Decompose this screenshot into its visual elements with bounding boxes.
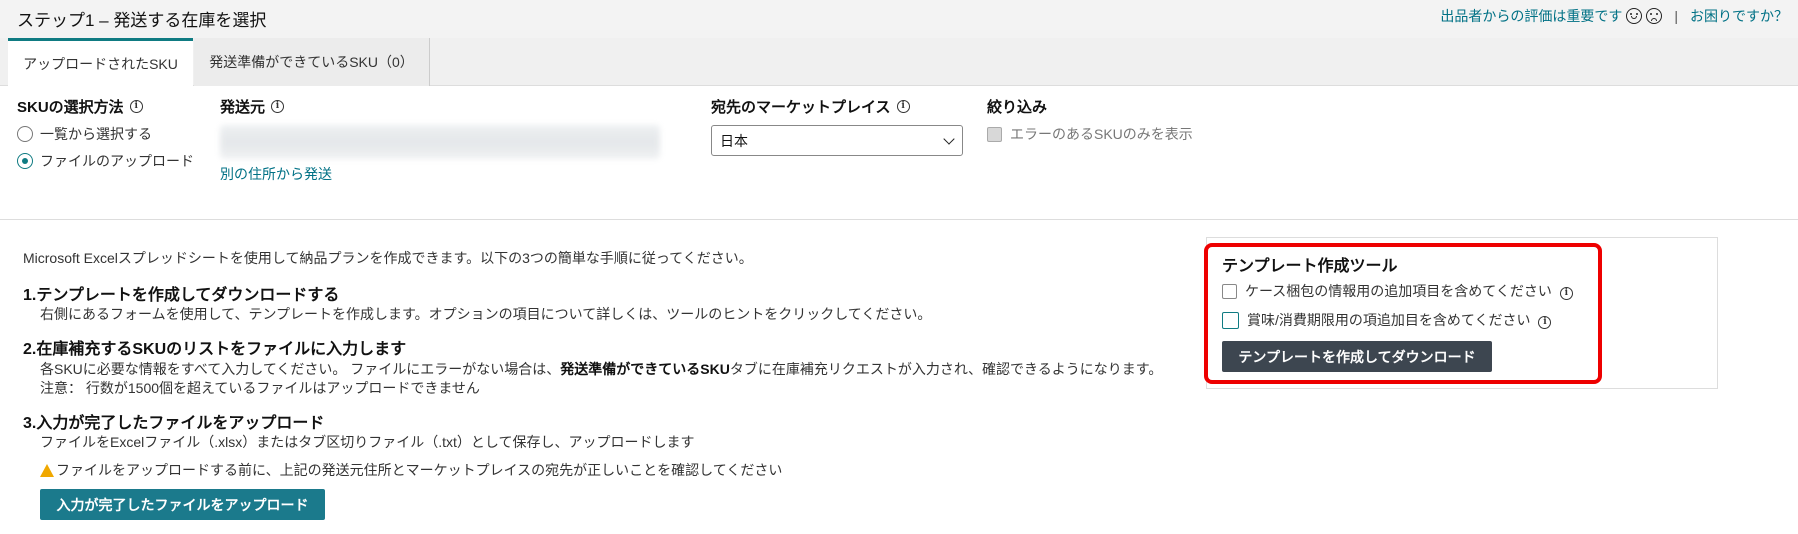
feedback-text[interactable]: 出品者からの評価は重要です	[1440, 6, 1622, 26]
info-icon[interactable]: i	[896, 100, 910, 113]
step2-text: 各SKUに必要な情報をすべて入力してください。 ファイルにエラーがない場合は、発…	[40, 359, 1162, 379]
marketplace-selected-value: 日本	[720, 132, 748, 149]
option-label: ケース梱包の情報用の追加項目を含めてください	[1245, 283, 1552, 299]
radio-button-checked[interactable]	[17, 153, 33, 169]
step3-heading: 3.入力が完了したファイルをアップロード	[23, 415, 325, 432]
step2-note: 注意： 行数が1500個を超えているファイルはアップロードできません	[40, 380, 480, 396]
step2-text-before: 各SKUに必要な情報をすべて入力してください。 ファイルにエラーがない場合は、	[40, 361, 561, 377]
radio-file-upload[interactable]: ファイルのアップロード	[17, 151, 194, 171]
sad-face-icon[interactable]	[1646, 8, 1663, 24]
marketplace-select[interactable]: 日本	[711, 125, 963, 156]
filter-errors-only[interactable]: エラーのあるSKUのみを表示	[987, 124, 1193, 144]
radio-label: 一覧から選択する	[40, 126, 152, 142]
chevron-down-icon	[943, 133, 955, 145]
tab-uploaded-sku[interactable]: アップロードされたSKU	[8, 38, 193, 86]
warning-text: ファイルをアップロードする前に、上記の発送元住所とマーケットプレイスの宛先が正し…	[56, 462, 783, 478]
create-download-template-button[interactable]: テンプレートを作成してダウンロード	[1222, 341, 1492, 372]
ship-from-heading: 発送元 i	[220, 96, 285, 117]
radio-button[interactable]	[17, 126, 33, 142]
ship-from-other-address-link[interactable]: 別の住所から発送	[220, 164, 332, 184]
filter-label: 絞り込み	[987, 99, 1048, 116]
top-bar: ステップ1 – 発送する在庫を選択 出品者からの評価は重要です | お困りですか…	[0, 0, 1798, 38]
tab-ready-sku[interactable]: 発送準備ができているSKU（0）	[194, 38, 430, 86]
radio-label: ファイルのアップロード	[40, 153, 194, 169]
page-title: ステップ1 – 発送する在庫を選択	[17, 11, 267, 30]
separator: |	[1674, 8, 1678, 24]
tab-bar: アップロードされたSKU 発送準備ができているSKU（0）	[0, 38, 1798, 86]
step2-text-after: タブに在庫補充リクエストが入力され、確認できるようになります。	[729, 361, 1163, 377]
warning-icon	[40, 463, 54, 477]
info-icon[interactable]: i	[1538, 315, 1552, 329]
sku-method-heading: SKUの選択方法 i	[17, 96, 143, 117]
step2-heading: 2.在庫補充するSKUのリストをファイルに入力します	[23, 341, 407, 358]
divider	[0, 219, 1798, 220]
top-right-links: 出品者からの評価は重要です | お困りですか？	[1440, 6, 1788, 26]
checkbox[interactable]	[1222, 283, 1237, 299]
option-case-pack[interactable]: ケース梱包の情報用の追加項目を含めてください i	[1222, 281, 1573, 301]
upload-completed-file-button[interactable]: 入力が完了したファイルをアップロード	[40, 489, 325, 520]
info-icon[interactable]: i	[1559, 286, 1573, 300]
step1-text: 右側にあるフォームを使用して、テンプレートを作成します。オプションの項目について…	[40, 306, 932, 322]
filter-checkbox-label: エラーのあるSKUのみを表示	[1010, 126, 1193, 142]
help-link[interactable]: お困りですか？	[1690, 6, 1788, 26]
marketplace-heading: 宛先のマーケットプレイス i	[711, 96, 910, 117]
radio-select-from-list[interactable]: 一覧から選択する	[17, 124, 152, 144]
info-icon[interactable]: i	[271, 100, 285, 113]
warning-row: ファイルをアップロードする前に、上記の発送元住所とマーケットプレイスの宛先が正し…	[40, 460, 782, 480]
filter-heading: 絞り込み	[987, 96, 1047, 117]
template-tool-title: テンプレート作成ツール	[1222, 258, 1398, 275]
step2-text-bold: 発送準備ができているSKU	[560, 361, 730, 377]
option-label: 賞味/消費期限用の項追加目を含めてください	[1247, 312, 1531, 328]
ship-from-address-redacted	[220, 125, 660, 159]
marketplace-label: 宛先のマーケットプレイス	[711, 99, 891, 116]
step3-text: ファイルをExcelファイル（.xlsx）またはタブ区切りファイル（.txt）と…	[40, 434, 695, 450]
checkbox[interactable]	[987, 126, 1002, 142]
step1-heading: 1.テンプレートを作成してダウンロードする	[23, 287, 340, 304]
sku-method-label: SKUの選択方法	[17, 99, 124, 116]
ship-from-label: 発送元	[220, 99, 266, 116]
option-expiration[interactable]: 賞味/消費期限用の項追加目を含めてください i	[1222, 310, 1552, 330]
info-icon[interactable]: i	[129, 100, 143, 113]
checkbox[interactable]	[1222, 311, 1239, 329]
happy-face-icon[interactable]	[1626, 8, 1643, 24]
intro-text: Microsoft Excelスプレッドシートを使用して納品プランを作成できます…	[23, 250, 753, 266]
